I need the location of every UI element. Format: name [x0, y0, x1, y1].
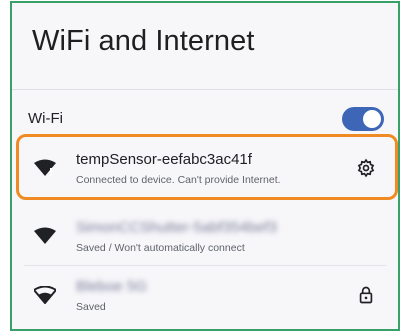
gear-icon[interactable]: [356, 158, 376, 178]
network-item-secured[interactable]: Bleboe 5G Saved: [24, 268, 386, 326]
network-name: SimonCCShutter-5abf354bef3: [76, 219, 277, 236]
network-status: Saved: [76, 301, 106, 313]
wifi-no-internet-icon: [34, 159, 56, 176]
network-name: tempSensor-eefabc3ac41f: [76, 151, 252, 168]
network-item-temp-sensor[interactable]: tempSensor-eefabc3ac41f Connected to dev…: [24, 141, 386, 199]
network-status: Saved / Won't automatically connect: [76, 242, 245, 254]
wifi-toggle[interactable]: [342, 107, 384, 131]
toggle-knob: [363, 110, 381, 128]
lock-icon: [359, 286, 373, 304]
settings-panel: WiFi and Internet Wi-Fi tempSensor-eefab…: [10, 1, 400, 331]
wifi-label: Wi-Fi: [28, 110, 63, 127]
wifi-full-icon: [34, 227, 56, 244]
wifi-toggle-row[interactable]: Wi-Fi: [24, 107, 386, 131]
wifi-medium-icon: [34, 286, 56, 304]
network-name: Bleboe 5G: [76, 278, 147, 295]
network-item-saved[interactable]: SimonCCShutter-5abf354bef3 Saved / Won't…: [24, 209, 386, 267]
network-status: Connected to device. Can't provide Inter…: [76, 174, 281, 186]
header-divider: [12, 89, 398, 90]
page-title: WiFi and Internet: [32, 25, 255, 57]
list-divider: [24, 265, 386, 266]
